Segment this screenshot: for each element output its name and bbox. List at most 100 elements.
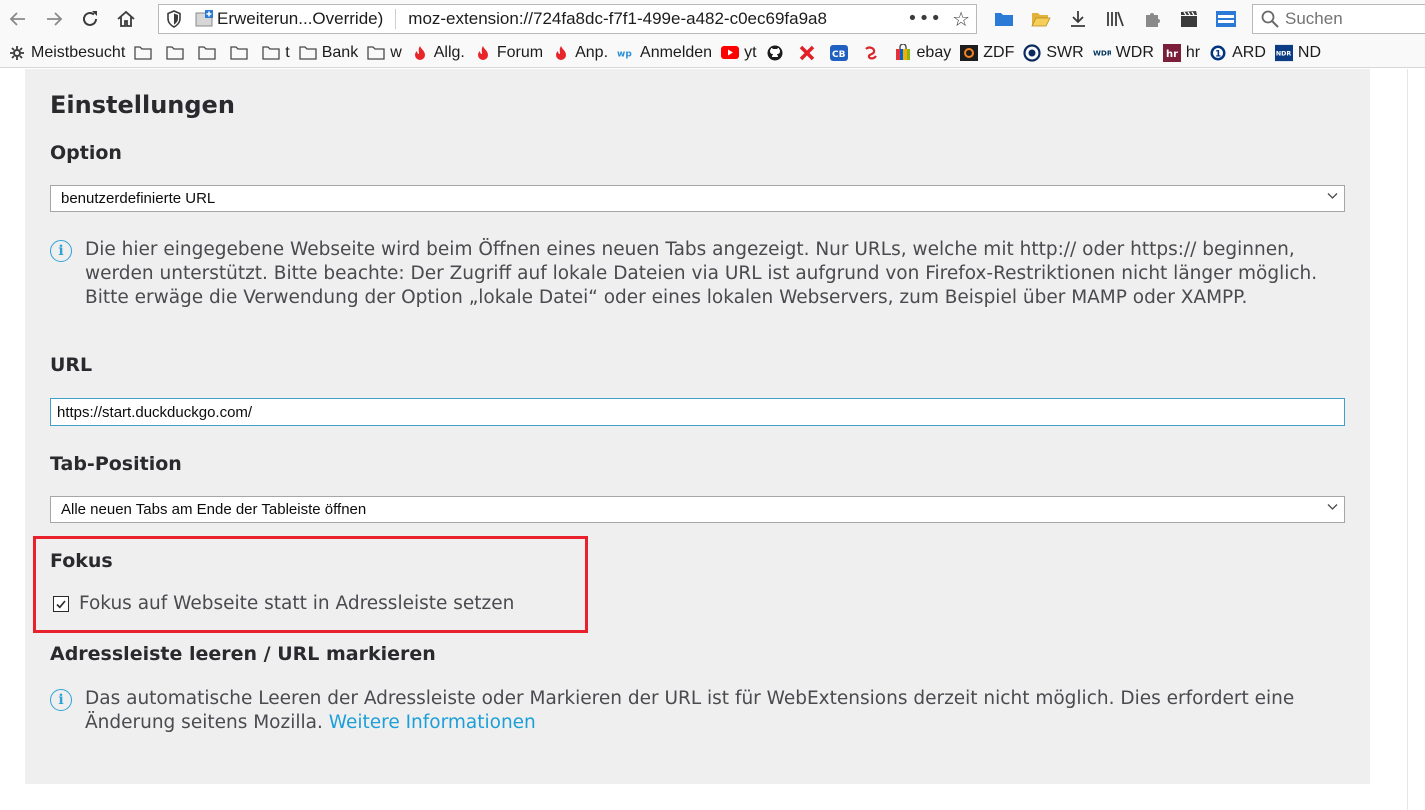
bookmark-item[interactable]: yt <box>721 38 757 67</box>
folder-icon[interactable] <box>985 0 1022 38</box>
tracking-shield-icon[interactable] <box>159 10 189 28</box>
sidebar-icon[interactable] <box>1207 0 1244 38</box>
bookmark-label: ZDF <box>983 43 1015 61</box>
tab-position-select[interactable]: Alle neuen Tabs am Ende der Tableiste öf… <box>50 496 1345 523</box>
info-icon: i <box>50 689 72 711</box>
bookmark-label: Forum <box>496 43 544 61</box>
github-icon <box>766 45 784 61</box>
home-icon <box>117 10 135 27</box>
home-button[interactable] <box>108 0 144 38</box>
bookmark-item[interactable]: ZDF <box>960 38 1015 67</box>
toolbar-icons <box>985 0 1244 38</box>
forward-button[interactable] <box>36 0 72 38</box>
bookmark-item[interactable]: NDR ND <box>1274 38 1322 67</box>
clear-addressbar-heading: Adressleiste leeren / URL markieren <box>50 643 436 665</box>
bookmark-item[interactable] <box>198 38 221 67</box>
bookmark-star-icon[interactable]: ☆ <box>952 7 970 31</box>
tab-position-selected-value: Alle neuen Tabs am Ende der Tableiste öf… <box>61 501 367 518</box>
bookmark-item[interactable]: w <box>367 38 402 67</box>
svg-text:1: 1 <box>1215 49 1221 59</box>
download-icon[interactable] <box>1059 0 1096 38</box>
ndr-icon: NDR <box>1274 44 1293 61</box>
bookmark-item[interactable]: t <box>262 38 290 67</box>
bookmark-label: ND <box>1297 43 1322 61</box>
urlbar-separator <box>395 9 397 29</box>
tab-position-heading: Tab-Position <box>50 453 182 475</box>
bookmark-label: yt <box>744 43 757 61</box>
bookmark-item[interactable]: 1 ARD <box>1209 38 1266 67</box>
bookmark-item[interactable]: Allg. <box>411 38 465 67</box>
reload-icon <box>83 11 97 26</box>
hr-icon: hr <box>1162 43 1181 62</box>
folder-icon <box>198 45 216 61</box>
open-folder-icon[interactable] <box>1022 0 1059 38</box>
bookmark-label: Anp. <box>575 43 609 61</box>
bookmark-item[interactable]: WDR WDR <box>1093 38 1154 67</box>
folder-icon <box>367 45 385 61</box>
bookmark-item[interactable] <box>798 38 821 67</box>
url-input[interactable] <box>50 398 1345 426</box>
x-icon <box>798 45 816 61</box>
highlight-box <box>33 536 588 633</box>
zdf-icon <box>960 44 979 61</box>
chevron-down-icon <box>1327 190 1338 204</box>
folder-icon <box>230 45 248 61</box>
bookmark-label: hr <box>1185 43 1201 61</box>
youtube-icon <box>721 45 740 61</box>
search-input[interactable] <box>1285 9 1425 29</box>
bookmark-label: Anmelden <box>640 43 713 61</box>
page-actions-icon[interactable]: ••• <box>907 8 942 29</box>
clear-addressbar-info-text: Das automatische Leeren der Adressleiste… <box>85 687 1340 735</box>
bookmark-item[interactable]: Anp. <box>552 38 609 67</box>
bookmark-item[interactable] <box>766 38 789 67</box>
page-title: Einstellungen <box>50 91 235 119</box>
bookmark-item[interactable]: Meistbesucht <box>8 38 125 67</box>
svg-text:CB: CB <box>832 50 846 60</box>
reload-button[interactable] <box>72 0 108 38</box>
option-select[interactable]: benutzerdefinierte URL <box>50 185 1345 212</box>
flame-icon <box>411 45 429 61</box>
back-button[interactable] <box>0 0 36 38</box>
bag-icon <box>894 44 912 61</box>
svg-text:WDR: WDR <box>1093 48 1111 57</box>
clapperboard-icon[interactable] <box>1170 0 1207 38</box>
folder-icon <box>262 45 280 61</box>
page-scrollbar[interactable] <box>1407 69 1425 810</box>
option-info-text: Die hier eingegebene Webseite wird beim … <box>85 239 1318 308</box>
arrow-left-icon <box>9 12 25 26</box>
bookmark-label: ebay <box>916 43 952 61</box>
search-icon <box>1261 10 1279 28</box>
flame-icon <box>474 45 492 61</box>
bookmark-item[interactable]: Forum <box>474 38 544 67</box>
swr-icon <box>1023 43 1041 62</box>
folder-icon <box>166 45 184 61</box>
bookmark-item[interactable] <box>862 38 885 67</box>
folder-icon <box>299 45 317 61</box>
bookmark-item[interactable]: SWR <box>1023 38 1084 67</box>
bookmark-item[interactable]: wp Anmelden <box>617 38 713 67</box>
bookmark-item[interactable] <box>230 38 253 67</box>
url-text[interactable]: moz-extension://724fa8dc-f7f1-499e-a482-… <box>408 9 888 29</box>
library-icon[interactable] <box>1096 0 1133 38</box>
svg-text:hr: hr <box>1166 49 1178 60</box>
folder-icon <box>134 45 152 61</box>
bookmark-item[interactable] <box>166 38 189 67</box>
option-info: i Die hier eingegebene Webseite wird bei… <box>50 238 1340 310</box>
more-info-link[interactable]: Weitere Informationen <box>329 712 536 733</box>
bookmark-item[interactable]: CB <box>829 38 853 67</box>
swirl-icon <box>862 45 880 61</box>
bookmark-item[interactable]: hr hr <box>1162 38 1201 67</box>
settings-panel: Einstellungen Option benutzerdefinierte … <box>25 69 1370 784</box>
clear-addressbar-info: i Das automatische Leeren der Adressleis… <box>50 687 1340 735</box>
extension-icon <box>195 10 215 28</box>
bookmark-item[interactable]: ebay <box>894 38 952 67</box>
chevron-down-icon <box>1327 501 1338 515</box>
bookmark-item[interactable] <box>134 38 157 67</box>
bookmark-label: SWR <box>1046 43 1084 61</box>
bookmark-item[interactable]: Bank <box>299 38 359 67</box>
address-bar[interactable]: Erweiterun...Override) moz-extension://7… <box>158 4 977 34</box>
bookmark-label: ARD <box>1232 43 1266 61</box>
puzzle-icon[interactable] <box>1133 0 1170 38</box>
bookmark-label: Bank <box>321 43 359 61</box>
search-bar[interactable] <box>1252 4 1425 34</box>
